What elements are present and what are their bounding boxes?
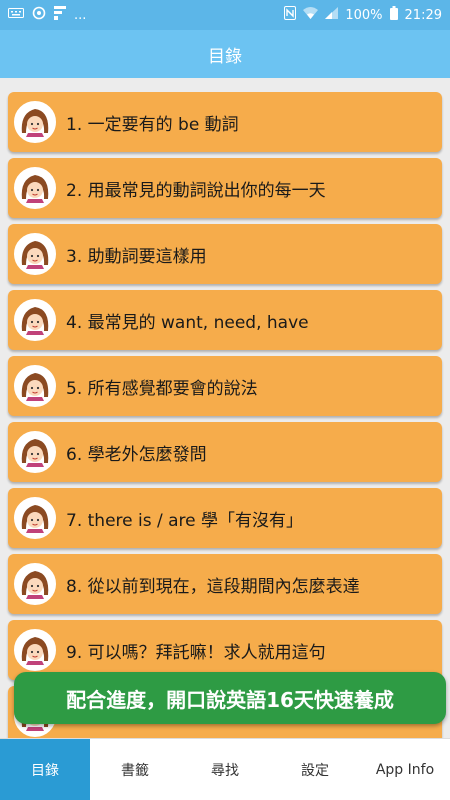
chapter-item-2[interactable]: 2. 用最常見的動詞說出你的每一天	[8, 158, 442, 218]
chapter-label: 4. 最常見的 want, need, have	[66, 312, 309, 333]
nfc-icon	[284, 6, 297, 24]
chapter-label: 9. 可以嗎？拜託嘛！求人就用這句	[66, 642, 326, 663]
avatar	[14, 629, 56, 671]
more-notifications-indicator: ...	[74, 7, 87, 23]
promo-banner[interactable]: 配合進度，開口說英語16天快速養成	[14, 672, 446, 724]
tab-label: 書籤	[121, 762, 149, 779]
chapter-item-6[interactable]: 6. 學老外怎麼發問	[8, 422, 442, 482]
status-bar: ... 100% 21:29	[0, 0, 450, 30]
tab-label: 設定	[301, 762, 329, 779]
chapter-label: 6. 學老外怎麼發問	[66, 444, 207, 465]
chapter-item-9[interactable]: 9. 可以嗎？拜託嘛！求人就用這句	[8, 620, 442, 680]
chapter-label: 3. 助動詞要這樣用	[66, 246, 207, 267]
chapter-label: 7. there is / are 學「有沒有」	[66, 510, 304, 531]
keyboard-icon	[8, 7, 24, 23]
tab-label: App Info	[375, 761, 435, 778]
sync-icon	[32, 6, 46, 24]
chapter-item-4[interactable]: 4. 最常見的 want, need, have	[8, 290, 442, 350]
tab-label: 尋找	[211, 762, 239, 779]
avatar	[14, 563, 56, 605]
app-notification-icon	[54, 6, 66, 24]
tab-search[interactable]: 尋找	[180, 739, 270, 800]
signal-icon	[325, 7, 339, 23]
battery-percent: 100%	[345, 7, 383, 23]
promo-text: 配合進度，開口說英語16天快速養成	[66, 687, 394, 712]
tab-label: 目錄	[31, 762, 59, 779]
avatar	[14, 431, 56, 473]
avatar	[14, 167, 56, 209]
chapter-label: 8. 從以前到現在，這段期間內怎麼表達	[66, 576, 360, 597]
avatar	[14, 101, 56, 143]
bottom-tab-bar: 目錄 書籤 尋找 設定 App Info	[0, 738, 450, 800]
chapter-item-5[interactable]: 5. 所有感覺都要會的說法	[8, 356, 442, 416]
clock: 21:29	[404, 7, 442, 23]
chapter-label: 5. 所有感覺都要會的說法	[66, 378, 258, 399]
chapter-list[interactable]: 1. 一定要有的 be 動詞 2. 用最常見的動詞說出你的每一天 3. 助動詞要…	[0, 78, 450, 738]
chapter-item-7[interactable]: 7. there is / are 學「有沒有」	[8, 488, 442, 548]
avatar	[14, 233, 56, 275]
avatar	[14, 299, 56, 341]
page-title: 目錄	[208, 46, 242, 67]
app-bar: 目錄	[0, 30, 450, 78]
chapter-item-3[interactable]: 3. 助動詞要這樣用	[8, 224, 442, 284]
battery-icon	[389, 6, 398, 24]
tab-settings[interactable]: 設定	[270, 739, 360, 800]
chapter-label: 2. 用最常見的動詞說出你的每一天	[66, 180, 326, 201]
tab-bookmarks[interactable]: 書籤	[90, 739, 180, 800]
chapter-item-1[interactable]: 1. 一定要有的 be 動詞	[8, 92, 442, 152]
chapter-item-8[interactable]: 8. 從以前到現在，這段期間內怎麼表達	[8, 554, 442, 614]
avatar	[14, 365, 56, 407]
avatar	[14, 497, 56, 539]
chapter-label: 1. 一定要有的 be 動詞	[66, 114, 239, 135]
tab-app-info[interactable]: App Info	[360, 739, 450, 800]
wifi-icon	[303, 7, 319, 23]
tab-contents[interactable]: 目錄	[0, 739, 90, 800]
